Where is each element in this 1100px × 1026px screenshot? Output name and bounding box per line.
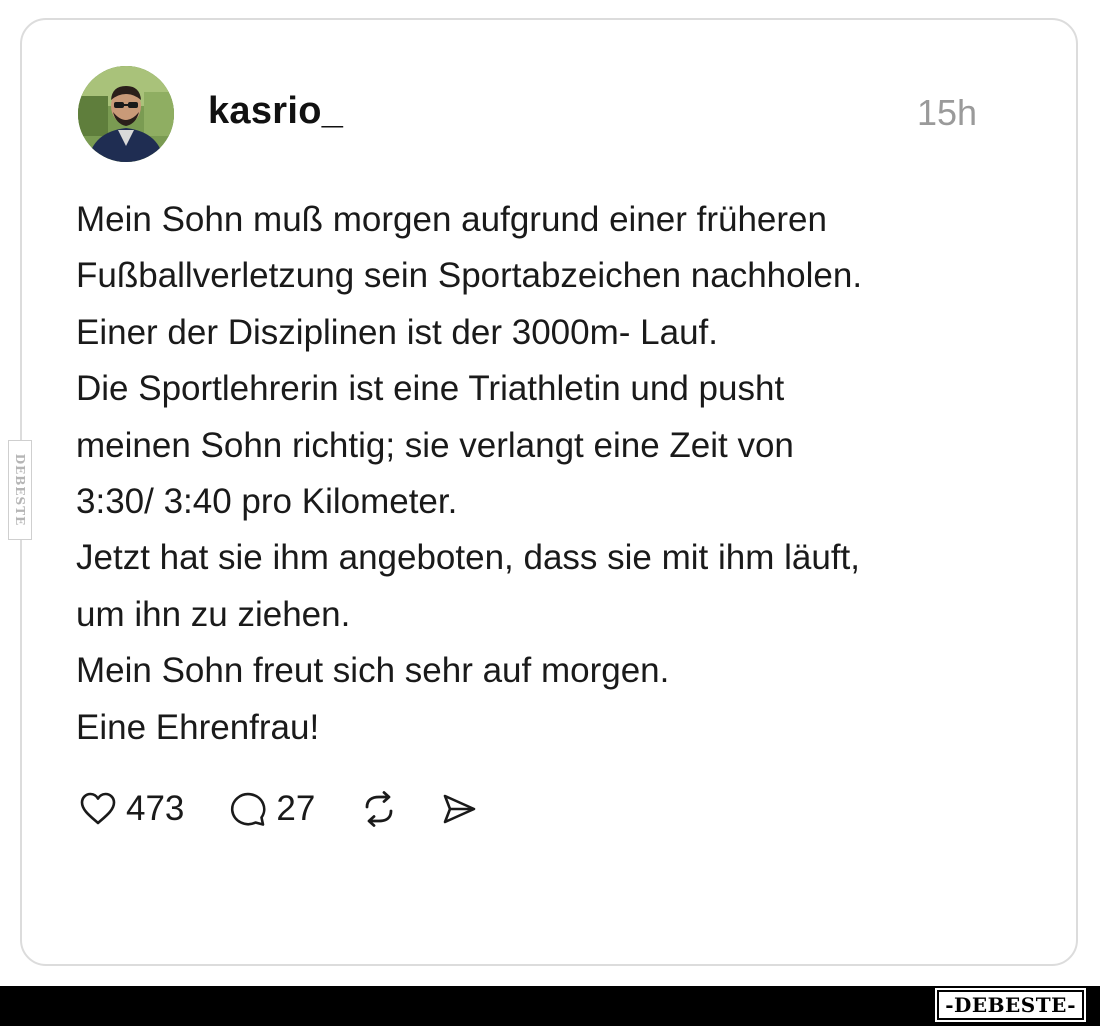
post-text-line: Mein Sohn freut sich sehr auf morgen. <box>76 651 670 691</box>
repost-button[interactable] <box>359 789 399 829</box>
post-text-line: Eine Ehrenfrau! <box>76 707 320 747</box>
like-button[interactable]: 473 <box>78 789 184 829</box>
post-text-line: Jetzt hat sie ihm angeboten, dass sie mi… <box>76 538 860 578</box>
reply-count: 27 <box>276 789 316 828</box>
avatar[interactable] <box>78 66 174 162</box>
send-icon <box>444 794 476 824</box>
username[interactable]: kasrio_ <box>208 90 343 133</box>
heart-icon <box>80 792 116 825</box>
post-card: kasrio_ 15h Mein Sohn muß morgen aufgrun… <box>20 18 1078 966</box>
post-text-line: 3:30/ 3:40 pro Kilometer. <box>76 482 458 522</box>
post-text-line: Die Sportlehrerin ist eine Triathletin u… <box>76 369 785 409</box>
post-text-line: um ihn zu ziehen. <box>76 594 351 634</box>
side-watermark: DEBESTE <box>8 440 32 540</box>
debeste-logo-text: -DEBESTE- <box>945 993 1076 1017</box>
side-watermark-text: DEBESTE <box>13 453 27 527</box>
post-actions: 473 27 <box>78 784 479 834</box>
share-button[interactable] <box>439 789 479 829</box>
repost-arrows-icon <box>365 791 393 827</box>
like-count: 473 <box>126 789 185 828</box>
reply-button[interactable]: 27 <box>228 789 315 829</box>
avatar-photo <box>78 66 174 162</box>
post-text-line: meinen Sohn richtig; sie verlangt eine Z… <box>76 425 794 465</box>
post-body: Mein Sohn muß morgen aufgrund einer früh… <box>76 192 1036 756</box>
post-text-line: Fußballverletzung sein Sportabzeichen na… <box>76 256 863 296</box>
debeste-logo: -DEBESTE- <box>935 988 1086 1022</box>
post-text-line: Mein Sohn muß morgen aufgrund einer früh… <box>76 200 827 239</box>
post-text-line: Einer der Disziplinen ist der 3000m- Lau… <box>76 312 718 352</box>
footer-bar: -DEBESTE- <box>0 986 1100 1026</box>
post-timestamp: 15h <box>917 92 978 133</box>
speech-bubble-icon <box>231 792 266 826</box>
